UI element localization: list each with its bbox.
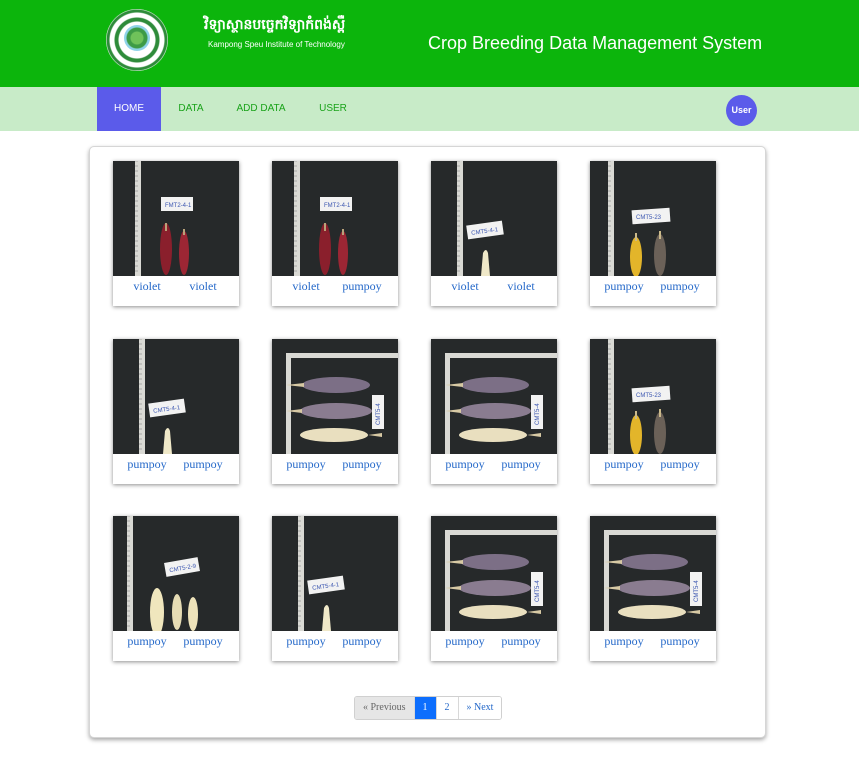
variety-label[interactable]: pumpoy bbox=[596, 634, 652, 649]
variety-label[interactable]: violet bbox=[493, 279, 549, 294]
card-labels: pumpoy pumpoy bbox=[590, 454, 716, 484]
nav-home[interactable]: HOME bbox=[97, 87, 161, 131]
pagination: « Previous 1 2 » Next bbox=[354, 696, 503, 720]
variety-label[interactable]: pumpoy bbox=[493, 634, 549, 649]
gallery-card[interactable]: CMT5-4 pumpoy pumpoy bbox=[431, 339, 557, 484]
gallery-card[interactable]: CMT5-4 pumpoy pumpoy bbox=[590, 516, 716, 661]
gallery-card[interactable]: CMT5-4 pumpoy pumpoy bbox=[272, 339, 398, 484]
variety-label[interactable]: pumpoy bbox=[437, 634, 493, 649]
svg-text:CMT5-23: CMT5-23 bbox=[636, 215, 662, 221]
gallery-card[interactable]: CMT5-4-1 pumpoy pumpoy bbox=[272, 516, 398, 661]
card-labels: violet violet bbox=[431, 276, 557, 306]
gallery-card[interactable]: CMT5-4-1 pumpoy pumpoy bbox=[113, 339, 239, 484]
corn-photo[interactable]: CMT5-4 bbox=[272, 339, 398, 454]
corn-photo[interactable]: CMT5-4 bbox=[431, 339, 557, 454]
card-labels: pumpoy pumpoy bbox=[431, 631, 557, 661]
variety-label[interactable]: pumpoy bbox=[596, 279, 652, 294]
variety-label[interactable]: pumpoy bbox=[493, 457, 549, 472]
pagination-previous[interactable]: « Previous bbox=[355, 697, 415, 719]
svg-text:CMT5-4: CMT5-4 bbox=[376, 403, 382, 425]
gallery-card[interactable]: CMT5-23 pumpoy pumpoy bbox=[590, 161, 716, 306]
variety-label[interactable]: pumpoy bbox=[652, 634, 708, 649]
variety-label[interactable]: pumpoy bbox=[119, 457, 175, 472]
corn-photo[interactable]: CMT5-23 bbox=[590, 161, 716, 276]
gallery-card[interactable]: FMT2-4-1 violet pumpoy bbox=[272, 161, 398, 306]
corn-photo[interactable]: CMT5-4 bbox=[590, 516, 716, 631]
pagination-page-1[interactable]: 1 bbox=[414, 697, 437, 719]
card-labels: pumpoy pumpoy bbox=[431, 454, 557, 484]
gallery-card[interactable]: CMT5-23 pumpoy pumpoy bbox=[590, 339, 716, 484]
pagination-next[interactable]: » Next bbox=[458, 697, 502, 719]
svg-text:CMT5-4: CMT5-4 bbox=[535, 403, 541, 425]
corn-photo[interactable]: CMT5-4-1 bbox=[431, 161, 557, 276]
app-title: Crop Breeding Data Management System bbox=[428, 33, 763, 53]
card-labels: pumpoy pumpoy bbox=[272, 454, 398, 484]
variety-label[interactable]: pumpoy bbox=[175, 457, 231, 472]
gallery-card[interactable]: FMT2-4-1 violet violet bbox=[113, 161, 239, 306]
corn-photo[interactable]: CMT5-23 bbox=[590, 339, 716, 454]
corn-photo[interactable]: FMT2-4-1 bbox=[113, 161, 239, 276]
gallery-card[interactable]: CMT5-4-1 violet violet bbox=[431, 161, 557, 306]
nav-user[interactable]: USER bbox=[310, 87, 356, 131]
card-labels: pumpoy pumpoy bbox=[590, 631, 716, 661]
variety-label[interactable]: pumpoy bbox=[278, 457, 334, 472]
variety-label[interactable]: violet bbox=[119, 279, 175, 294]
svg-text:CMT5-23: CMT5-23 bbox=[636, 393, 662, 399]
variety-label[interactable]: pumpoy bbox=[119, 634, 175, 649]
variety-label[interactable]: pumpoy bbox=[278, 634, 334, 649]
svg-text:FMT2-4-1: FMT2-4-1 bbox=[324, 203, 351, 209]
card-labels: pumpoy pumpoy bbox=[113, 454, 239, 484]
corn-photo[interactable]: CMT5-4-1 bbox=[113, 339, 239, 454]
card-labels: violet pumpoy bbox=[272, 276, 398, 306]
svg-text:FMT2-4-1: FMT2-4-1 bbox=[165, 203, 192, 209]
card-labels: pumpoy pumpoy bbox=[590, 276, 716, 306]
corn-photo[interactable]: FMT2-4-1 bbox=[272, 161, 398, 276]
variety-label[interactable]: pumpoy bbox=[334, 279, 390, 294]
variety-label[interactable]: violet bbox=[278, 279, 334, 294]
corn-photo[interactable]: CMT5-4 bbox=[431, 516, 557, 631]
main-nav: HOME DATA ADD DATA USER User bbox=[0, 87, 859, 131]
variety-label[interactable]: violet bbox=[175, 279, 231, 294]
variety-label[interactable]: pumpoy bbox=[652, 457, 708, 472]
variety-label[interactable]: pumpoy bbox=[334, 634, 390, 649]
nav-add-data[interactable]: ADD DATA bbox=[226, 87, 296, 131]
gallery-card[interactable]: CMT5-4 pumpoy pumpoy bbox=[431, 516, 557, 661]
gallery-card[interactable]: CMT5-2-9 pumpoy pumpoy bbox=[113, 516, 239, 661]
pagination-page-2[interactable]: 2 bbox=[436, 697, 459, 719]
card-labels: pumpoy pumpoy bbox=[272, 631, 398, 661]
variety-label[interactable]: pumpoy bbox=[652, 279, 708, 294]
nav-data[interactable]: DATA bbox=[165, 87, 217, 131]
card-labels: pumpoy pumpoy bbox=[113, 631, 239, 661]
user-avatar-button[interactable]: User bbox=[726, 95, 757, 126]
variety-label[interactable]: pumpoy bbox=[334, 457, 390, 472]
variety-label[interactable]: violet bbox=[437, 279, 493, 294]
corn-photo[interactable]: CMT5-4-1 bbox=[272, 516, 398, 631]
card-labels: violet violet bbox=[113, 276, 239, 306]
svg-text:CMT5-4: CMT5-4 bbox=[535, 580, 541, 602]
variety-label[interactable]: pumpoy bbox=[175, 634, 231, 649]
institute-name-khmer: វិទ្យាស្ថានបច្ចេកវិទ្យាកំពង់ស្ពឺ bbox=[204, 17, 346, 33]
app-header: វិទ្យាស្ថានបច្ចេកវិទ្យាកំពង់ស្ពឺ Kampong… bbox=[0, 0, 859, 87]
variety-label[interactable]: pumpoy bbox=[596, 457, 652, 472]
corn-photo[interactable]: CMT5-2-9 bbox=[113, 516, 239, 631]
institute-logo bbox=[106, 9, 168, 71]
svg-text:CMT5-4: CMT5-4 bbox=[694, 580, 700, 602]
institute-name-english: Kampong Speu Institute of Technology bbox=[208, 40, 345, 49]
variety-label[interactable]: pumpoy bbox=[437, 457, 493, 472]
